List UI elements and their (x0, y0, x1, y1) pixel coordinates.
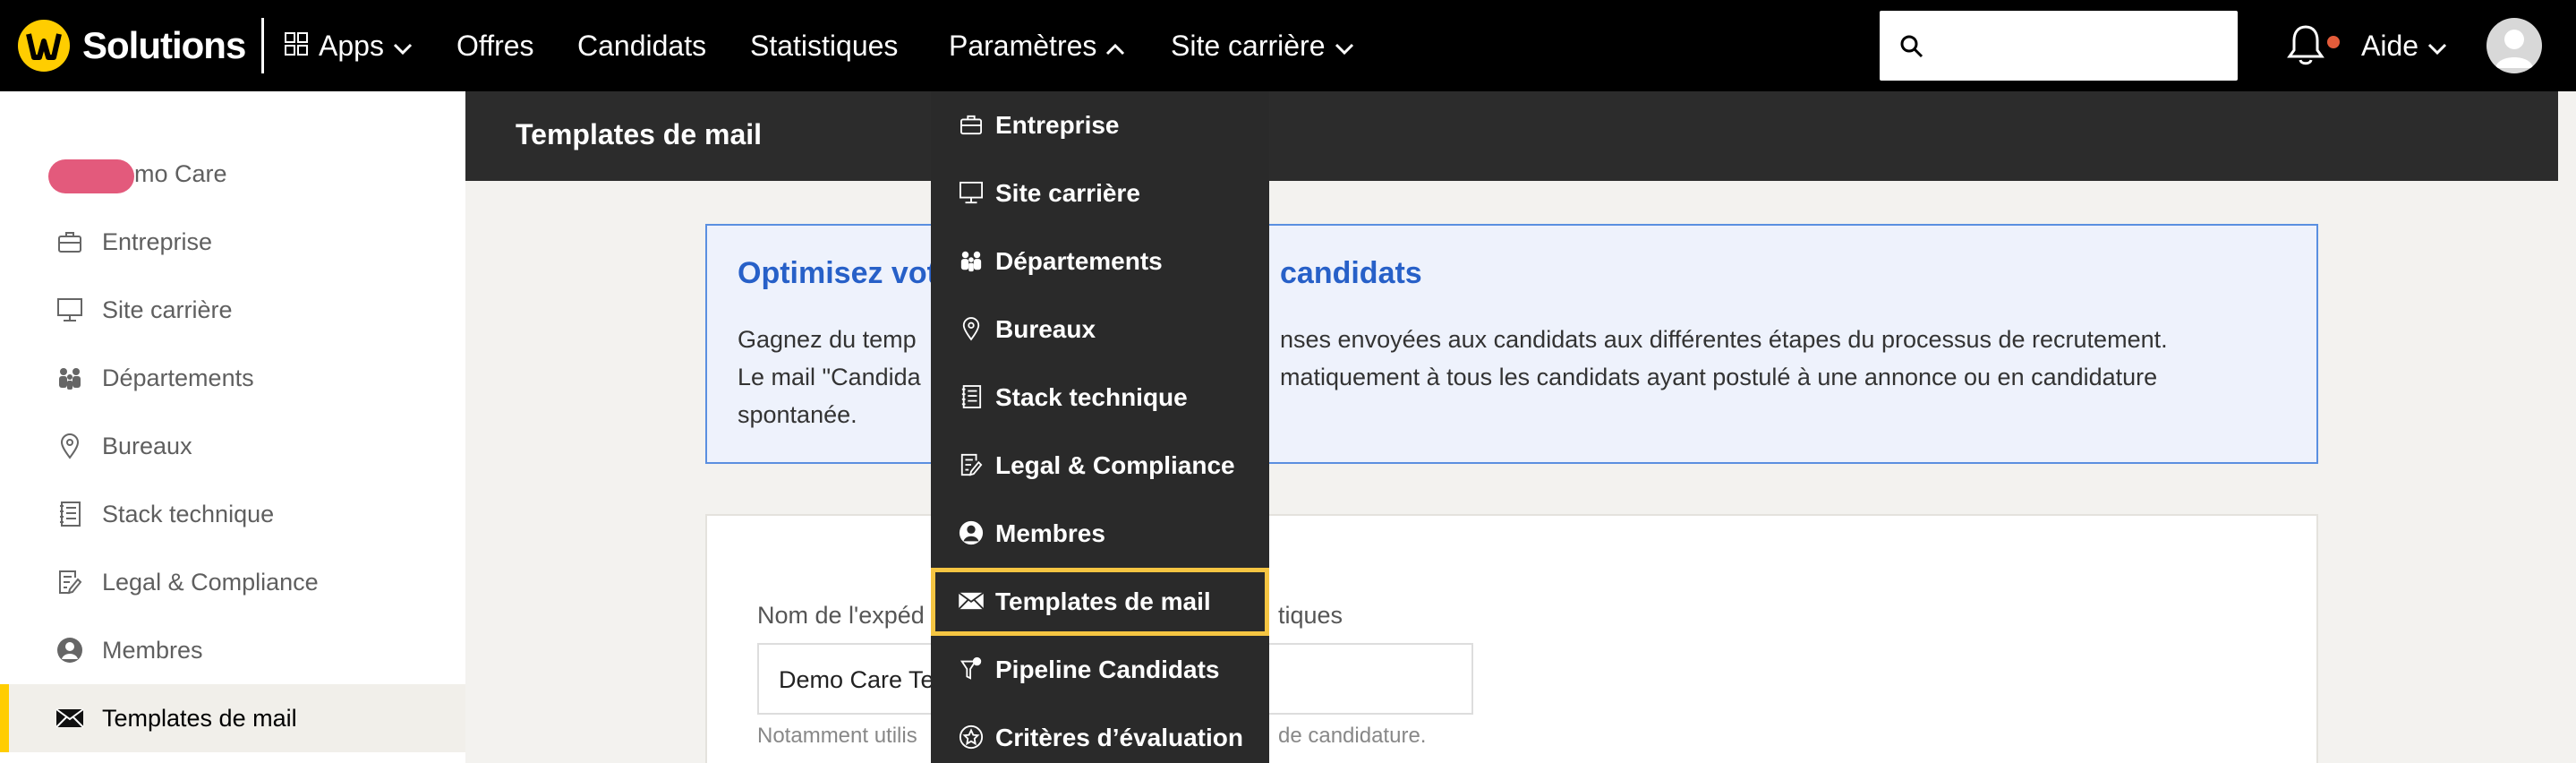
menu-item-label: Pipeline Candidats (995, 656, 1220, 683)
company-logo (48, 159, 134, 193)
parametres-dropdown-menu: Entreprise Site carrière Départements Bu… (931, 91, 1269, 763)
menu-item-templates-de-mail[interactable]: Templates de mail (931, 568, 1269, 636)
chevron-down-icon (1335, 30, 1354, 63)
menu-item-label: Départements (995, 247, 1163, 275)
sidebar-item-label: Départements (102, 364, 254, 391)
menu-item-stack-technique[interactable]: Stack technique (931, 364, 1269, 432)
menu-item-legal-compliance[interactable]: Legal & Compliance (931, 432, 1269, 500)
menu-item-label: Templates de mail (995, 587, 1211, 615)
nav-site-carriere[interactable]: Site carrière (1171, 0, 1354, 91)
menu-item-criteres-evaluation[interactable]: Critères d’évaluation (931, 704, 1269, 763)
info-heading-left: Optimisez vot (738, 256, 937, 290)
nav-aide-label: Aide (2361, 29, 2419, 62)
sidebar-item-entreprise[interactable]: Entreprise (0, 208, 465, 276)
nav-apps[interactable]: Apps (285, 0, 413, 91)
chevron-down-icon (2427, 30, 2447, 63)
sender-helper-text: Notamment utilis (757, 724, 917, 748)
info-heading-right: candidats (1280, 256, 1422, 290)
sidebar-item-label: Entreprise (102, 227, 213, 255)
brand-name: Solutions (82, 24, 246, 66)
monitor-icon (958, 179, 985, 206)
funnel-icon (958, 656, 985, 682)
sidebar-item-label: Stack technique (102, 500, 275, 527)
info-line-2-right: matiquement à tous les candidats ayant p… (1280, 364, 2158, 390)
envelope-icon (958, 587, 985, 614)
briefcase-icon (958, 111, 985, 138)
info-line-2-left: Le mail "Candida (738, 364, 921, 390)
chevron-up-icon (1105, 30, 1125, 63)
chevron-down-icon (393, 30, 413, 63)
search-input[interactable] (1880, 11, 2238, 81)
menu-item-label: Bureaux (995, 315, 1096, 343)
menu-item-bureaux[interactable]: Bureaux (931, 296, 1269, 364)
nav-aide[interactable]: Aide (2361, 0, 2447, 91)
sender-helper-text-right: de candidature. (1278, 724, 1427, 748)
page-header: Templates de mail (465, 91, 2558, 181)
top-navigation-bar: Solutions Apps Offres Candidats Statisti… (0, 0, 2576, 91)
menu-item-label: Critères d’évaluation (995, 724, 1243, 751)
envelope-icon (55, 704, 84, 733)
nav-apps-label: Apps (319, 29, 384, 62)
menu-item-label: Membres (995, 519, 1105, 547)
sender-name-label: Nom de l'expéd (757, 602, 925, 629)
company-name: mo Care (134, 159, 227, 187)
sidebar-item-label: Membres (102, 636, 203, 664)
document-pen-icon (55, 568, 84, 596)
nav-offres[interactable]: Offres (456, 0, 534, 91)
info-line-1-right: nses envoyées aux candidats aux différen… (1280, 326, 2168, 353)
menu-item-label: Entreprise (995, 111, 1120, 139)
notification-dot (2327, 36, 2340, 48)
book-icon (958, 383, 985, 410)
sidebar-item-label: Templates de mail (102, 704, 297, 732)
nav-candidats[interactable]: Candidats (577, 0, 706, 91)
menu-item-membres[interactable]: Membres (931, 500, 1269, 568)
menu-item-site-carriere[interactable]: Site carrière (931, 159, 1269, 227)
search-icon (1900, 35, 1923, 58)
user-circle-icon (958, 519, 985, 546)
sidebar-item-membres[interactable]: Membres (0, 616, 465, 684)
sender-name-value: Demo Care Te (779, 666, 934, 693)
briefcase-icon (55, 227, 84, 256)
monitor-icon (55, 296, 84, 324)
sidebar-item-site-carriere[interactable]: Site carrière (0, 276, 465, 344)
location-icon (55, 432, 84, 460)
menu-item-pipeline-candidats[interactable]: Pipeline Candidats (931, 636, 1269, 704)
nav-site-carriere-label: Site carrière (1171, 29, 1326, 62)
sender-name-label-right: tiques (1278, 602, 1343, 629)
sidebar-item-departements[interactable]: Départements (0, 344, 465, 412)
sidebar-item-label: Bureaux (102, 432, 192, 459)
star-badge-icon (958, 724, 985, 750)
avatar[interactable] (2486, 18, 2542, 73)
document-pen-icon (958, 451, 985, 478)
people-icon (958, 247, 985, 274)
bell-icon[interactable] (2286, 23, 2325, 73)
sidebar-item-legal-compliance[interactable]: Legal & Compliance (0, 548, 465, 616)
book-icon (55, 500, 84, 528)
user-circle-icon (55, 636, 84, 664)
sidebar-item-templates-de-mail[interactable]: Templates de mail (0, 684, 465, 752)
brand-logo[interactable]: Solutions (18, 20, 246, 72)
info-line-1-left: Gagnez du temp (738, 326, 917, 353)
sidebar-item-label: Legal & Compliance (102, 568, 319, 596)
menu-item-departements[interactable]: Départements (931, 227, 1269, 296)
sidebar-item-bureaux[interactable]: Bureaux (0, 412, 465, 480)
menu-item-label: Stack technique (995, 383, 1188, 411)
logo-mark (18, 20, 70, 72)
people-icon (55, 364, 84, 392)
nav-parametres[interactable]: Paramètres (949, 0, 1125, 91)
menu-item-entreprise[interactable]: Entreprise (931, 91, 1269, 159)
page-title: Templates de mail (516, 118, 763, 150)
nav-statistiques[interactable]: Statistiques (750, 0, 898, 91)
location-icon (958, 315, 985, 342)
divider (261, 18, 264, 73)
sidebar-item-stack-technique[interactable]: Stack technique (0, 480, 465, 548)
menu-item-label: Site carrière (995, 179, 1140, 207)
apps-grid-icon (285, 30, 308, 63)
menu-item-label: Legal & Compliance (995, 451, 1235, 479)
info-line-3: spontanée. (738, 401, 857, 428)
nav-parametres-label: Paramètres (949, 29, 1097, 62)
sidebar-item-label: Site carrière (102, 296, 233, 323)
